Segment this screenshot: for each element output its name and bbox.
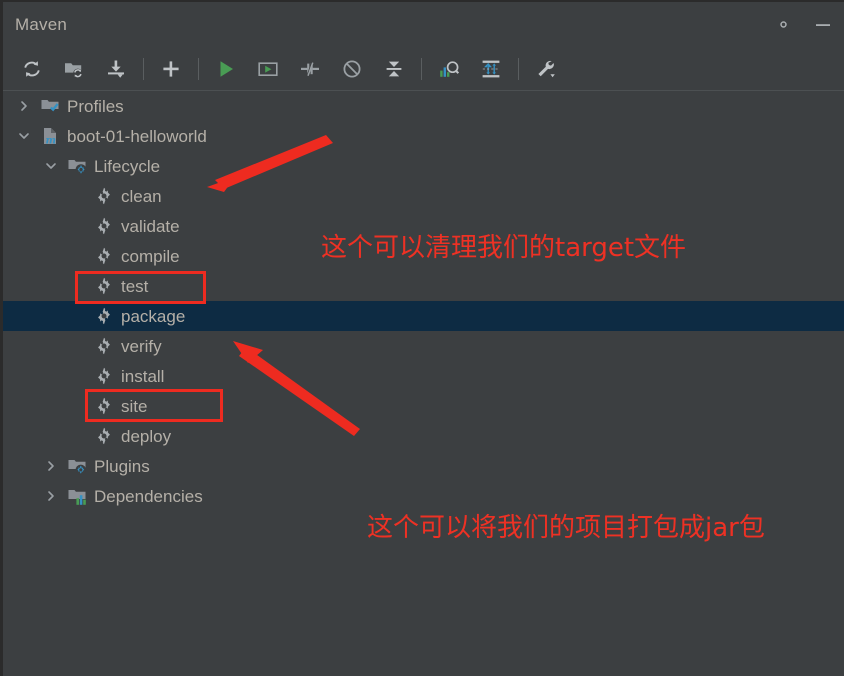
add-maven-project-icon[interactable]: [157, 55, 185, 83]
maven-settings-icon[interactable]: [532, 55, 560, 83]
maven-project-icon: m: [39, 125, 61, 147]
settings-icon[interactable]: [770, 12, 796, 38]
plugins-icon: [66, 455, 88, 477]
toolbar: [3, 47, 844, 91]
collapse-all-icon[interactable]: [380, 55, 408, 83]
show-dependencies-icon[interactable]: [435, 55, 463, 83]
tree-row-label: Dependencies: [94, 486, 203, 506]
show-diagram-icon[interactable]: [477, 55, 505, 83]
chevron-right-icon[interactable]: [40, 451, 62, 481]
chevron-down-icon[interactable]: [13, 121, 35, 151]
lifecycle-icon: [66, 155, 88, 177]
chevron-right-icon[interactable]: [40, 481, 62, 511]
generate-sources-icon[interactable]: [60, 55, 88, 83]
maven-project-tree[interactable]: Profiles m boot-01-helloworld Lifecycle clea…: [3, 91, 844, 676]
goal-icon: [93, 215, 115, 237]
annotation-package: 这个可以将我们的项目打包成jar包: [367, 513, 765, 543]
toggle-offline-icon[interactable]: [338, 55, 366, 83]
toolbar-separator: [421, 57, 422, 80]
goal-icon: [93, 395, 115, 417]
chevron-down-icon[interactable]: [40, 151, 62, 181]
toolbar-separator: [143, 57, 144, 80]
tree-row-label: validate: [121, 216, 180, 236]
tree-row-label: Plugins: [94, 456, 150, 476]
tree-row-label: boot-01-helloworld: [67, 126, 207, 146]
tree-row-install[interactable]: install: [3, 361, 844, 391]
goal-icon: [93, 425, 115, 447]
title-bar: Maven: [3, 2, 844, 47]
tree-row-dependencies[interactable]: Dependencies: [3, 481, 844, 511]
tree-row-clean[interactable]: clean: [3, 181, 844, 211]
run-icon[interactable]: [212, 55, 240, 83]
window-controls: [770, 2, 836, 47]
tree-row-label: install: [121, 366, 165, 386]
minimize-icon[interactable]: [810, 12, 836, 38]
toolbar-separator: [198, 57, 199, 80]
tree-row-profiles[interactable]: Profiles: [3, 91, 844, 121]
goal-icon: [93, 245, 115, 267]
profiles-icon: [39, 95, 61, 117]
tree-row-plugins[interactable]: Plugins: [3, 451, 844, 481]
tree-row-test[interactable]: test: [3, 271, 844, 301]
goal-icon: [93, 365, 115, 387]
download-sources-icon[interactable]: [102, 55, 130, 83]
tree-row-lifecycle[interactable]: Lifecycle: [3, 151, 844, 181]
tree-row-label: Profiles: [67, 96, 124, 116]
maven-tool-window: Maven Profiles m boot-01-helloworld Life…: [0, 0, 844, 676]
tree-row-validate[interactable]: validate: [3, 211, 844, 241]
tree-row-site[interactable]: site: [3, 391, 844, 421]
tree-row-label: clean: [121, 186, 162, 206]
tree-row-verify[interactable]: verify: [3, 331, 844, 361]
toggle-skip-tests-icon[interactable]: [296, 55, 324, 83]
tree-row-label: deploy: [121, 426, 172, 446]
tree-row-label: verify: [121, 336, 162, 356]
page-title: Maven: [15, 14, 68, 34]
tree-row-compile[interactable]: compile: [3, 241, 844, 271]
goal-icon: [93, 275, 115, 297]
tree-row-boot-01-helloworld[interactable]: m boot-01-helloworld: [3, 121, 844, 151]
svg-text:m: m: [46, 135, 57, 146]
goal-icon: [93, 185, 115, 207]
toolbar-separator: [518, 57, 519, 80]
tree-row-package[interactable]: package: [3, 301, 844, 331]
tree-row-label: test: [121, 276, 149, 296]
dependencies-icon: [66, 485, 88, 507]
tree-row-label: compile: [121, 246, 180, 266]
reload-projects-icon[interactable]: [18, 55, 46, 83]
tree-row-label: package: [121, 306, 186, 326]
chevron-right-icon[interactable]: [13, 91, 35, 121]
tree-row-label: site: [121, 396, 148, 416]
tree-row-deploy[interactable]: deploy: [3, 421, 844, 451]
goal-icon: [93, 335, 115, 357]
execute-goal-icon[interactable]: [254, 55, 282, 83]
tree-row-label: Lifecycle: [94, 156, 161, 176]
goal-icon: [93, 305, 115, 327]
